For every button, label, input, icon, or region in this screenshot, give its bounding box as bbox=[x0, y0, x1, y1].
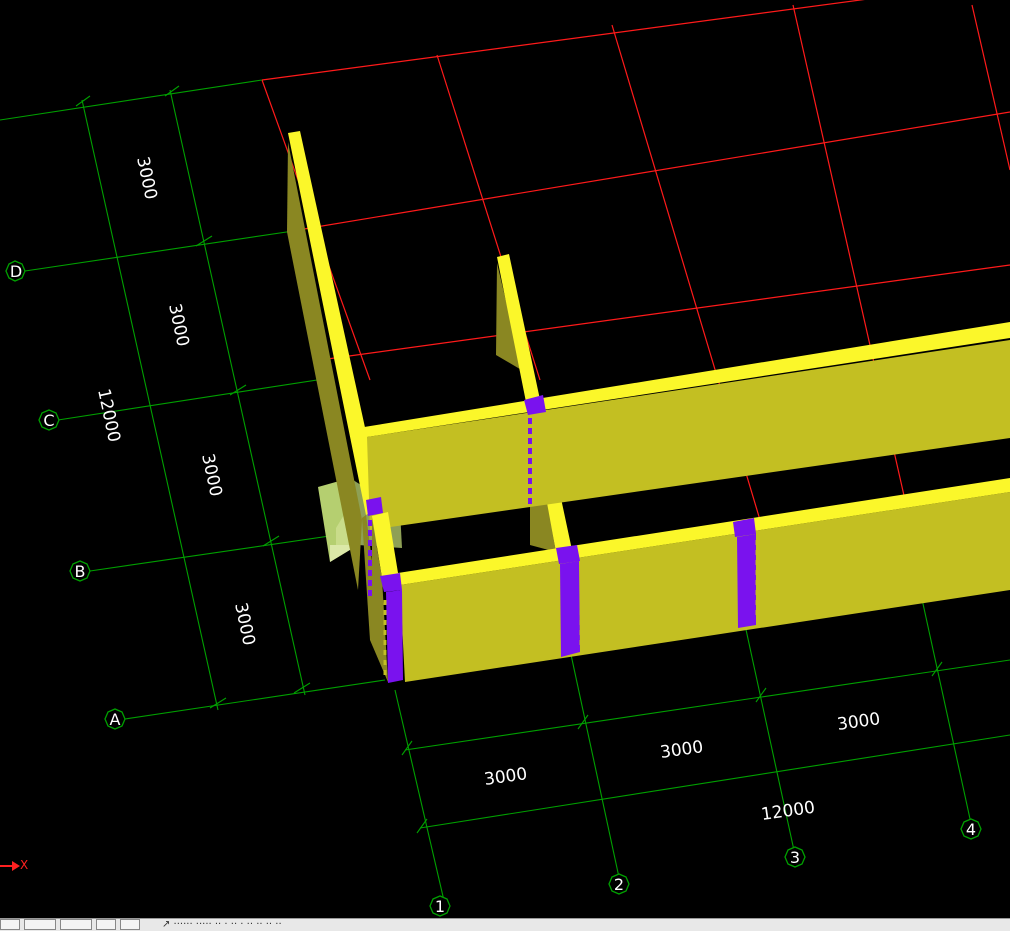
axis-bubble-3: 3 bbox=[784, 846, 806, 868]
dim-bottom-1: 3000 bbox=[483, 764, 529, 790]
status-bar: ↗ ······ ····· ·· · ·· · ·· ·· ·· ·· bbox=[0, 918, 1010, 931]
statusbar-button-2[interactable] bbox=[24, 919, 56, 930]
3d-viewport[interactable]: 3000 3000 3000 3000 12000 3000 3000 3000… bbox=[0, 0, 1010, 918]
dim-left-3: 3000 bbox=[197, 452, 226, 498]
statusbar-button-1[interactable] bbox=[0, 919, 20, 930]
statusbar-button-3[interactable] bbox=[60, 919, 92, 930]
axis-bubble-1: 1 bbox=[429, 895, 451, 917]
dim-left-2: 3000 bbox=[164, 302, 193, 348]
svg-text:D: D bbox=[10, 262, 22, 281]
axis-bubble-c: C bbox=[38, 409, 60, 431]
axis-bubble-2: 2 bbox=[608, 873, 630, 895]
axis-bubble-4: 4 bbox=[960, 818, 982, 840]
axis-bubble-a: A bbox=[104, 708, 126, 730]
dim-left-total: 12000 bbox=[93, 387, 124, 444]
svg-text:C: C bbox=[43, 411, 54, 430]
ucs-icon: X bbox=[0, 858, 28, 872]
status-text: ↗ ······ ····· ·· · ·· · ·· ·· ·· ·· bbox=[162, 919, 282, 930]
dim-bottom-3: 3000 bbox=[836, 709, 882, 735]
svg-text:1: 1 bbox=[435, 897, 445, 916]
svg-text:3: 3 bbox=[790, 848, 800, 867]
svg-text:2: 2 bbox=[614, 875, 624, 894]
dim-bottom-total: 12000 bbox=[760, 798, 816, 825]
model-canvas[interactable]: 3000 3000 3000 3000 12000 3000 3000 3000… bbox=[0, 0, 1010, 918]
ucs-x-label: X bbox=[20, 858, 28, 872]
dim-left-1: 3000 bbox=[132, 155, 161, 201]
dim-left-4: 3000 bbox=[230, 601, 259, 647]
svg-text:A: A bbox=[110, 710, 121, 729]
axis-bubble-d: D bbox=[5, 260, 26, 282]
dim-bottom-2: 3000 bbox=[659, 737, 705, 763]
statusbar-button-5[interactable] bbox=[120, 919, 140, 930]
statusbar-button-4[interactable] bbox=[96, 919, 116, 930]
svg-text:4: 4 bbox=[966, 820, 976, 839]
svg-text:B: B bbox=[75, 562, 86, 581]
axis-bubble-b: B bbox=[69, 560, 91, 582]
